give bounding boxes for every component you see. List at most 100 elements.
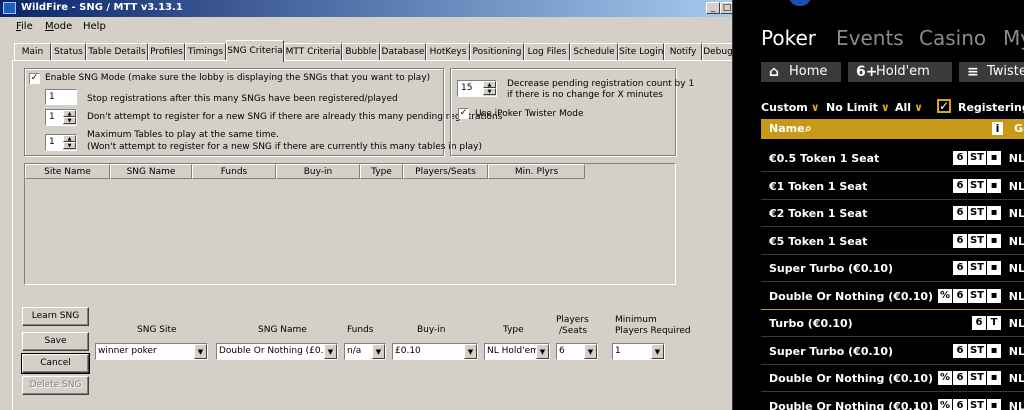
cancel-button[interactable]: Cancel (21, 353, 90, 374)
sng-site-select[interactable]: winner poker ▼ (95, 343, 208, 360)
row-badges: 6 ST ▪ (952, 151, 1001, 165)
row-name: Double Or Nothing (€0.10) (769, 372, 934, 385)
badge-icon: ▪ (987, 206, 1001, 220)
table-row[interactable]: €0.5 Token 1 Seat 6 ST ▪ NL (761, 145, 1024, 172)
sng-name-select[interactable]: Double Or Nothing (£0.10) ▼ (216, 343, 338, 360)
menu-mode[interactable]: Mode (45, 21, 72, 32)
info-icon[interactable]: i (992, 122, 1003, 135)
minimum-heading: Minimum (615, 315, 657, 325)
nav-poker[interactable]: Poker (761, 26, 816, 50)
enable-sng-checkbox[interactable]: ✓ (29, 73, 40, 84)
tab-site-login[interactable]: Site Login (618, 43, 664, 61)
menu-help[interactable]: Help (83, 21, 106, 32)
tab-status[interactable]: Status (51, 43, 86, 61)
table-row[interactable]: Super Turbo (€0.10) 6 ST ▪ NL (761, 338, 1024, 365)
decrease-pending-spinner[interactable]: 15 ▲ ▼ (457, 80, 497, 97)
nav-events[interactable]: Events (836, 26, 904, 50)
twister-button[interactable]: ≡ Twister (959, 62, 1024, 82)
tab-schedule[interactable]: Schedule (570, 43, 618, 61)
table-row[interactable]: €1 Token 1 Seat 6 ST ▪ NL (761, 173, 1024, 200)
chevron-down-icon[interactable]: ▼ (324, 344, 337, 359)
row-game-type: NL (1008, 399, 1024, 410)
column-funds[interactable]: Funds (192, 164, 276, 179)
search-icon[interactable]: ⌕ (805, 121, 812, 136)
tab-table-details[interactable]: Table Details (86, 43, 148, 61)
pending-registrations-value: 1 (49, 112, 55, 122)
pending-registrations-spinner[interactable]: 1 ▲ ▼ (45, 109, 77, 126)
tab-main[interactable]: Main (14, 43, 51, 61)
header-game[interactable]: Ga (1014, 122, 1024, 135)
type-select[interactable]: NL Hold'em ▼ (484, 343, 550, 360)
save-button[interactable]: Save (22, 332, 89, 351)
tab-notify[interactable]: Notify (664, 43, 702, 61)
chevron-down-icon[interactable]: ▼ (194, 344, 207, 359)
delete-sng-button[interactable]: Delete SNG (22, 376, 89, 395)
column-buy-in[interactable]: Buy-in (276, 164, 360, 179)
column-min-players[interactable]: Min. Plyrs (488, 164, 585, 179)
spin-down-icon[interactable]: ▼ (63, 142, 76, 149)
column-site-name[interactable]: Site Name (25, 164, 110, 179)
twister-mode-checkbox[interactable]: ✓ (458, 108, 469, 119)
decrease-pending-note: if there is no change for X minutes (507, 90, 663, 100)
tab-hotkeys[interactable]: HotKeys (426, 43, 470, 61)
header-name[interactable]: Name (769, 122, 805, 135)
row-game-type: NL (1008, 179, 1024, 193)
column-type[interactable]: Type (360, 164, 403, 179)
menu-file[interactable]: File (16, 21, 33, 32)
table-row[interactable]: Double Or Nothing (€0.10)% 6 ST ▪ NL (761, 283, 1024, 310)
holdem-button[interactable]: 6+ Hold'em (848, 62, 952, 82)
badge-icon: T (987, 316, 1001, 330)
sng-list-view[interactable]: Site Name SNG Name Funds Buy-in Type Pla… (24, 163, 676, 285)
table-row[interactable]: €5 Token 1 Seat 6 ST ▪ NL (761, 228, 1024, 255)
buy-in-select[interactable]: £0.10 ▼ (392, 343, 478, 360)
table-row[interactable]: Double Or Nothing (€0.10)% 6 ST ▪ NL (761, 393, 1024, 410)
minimize-button[interactable]: _ (706, 2, 720, 14)
table-row[interactable]: Super Turbo (€0.10) 6 ST ▪ NL (761, 255, 1024, 282)
learn-sng-button[interactable]: Learn SNG (22, 307, 89, 326)
enable-sng-label: Enable SNG Mode (make sure the lobby is … (45, 73, 431, 83)
table-row[interactable]: Double Or Nothing (€0.10)% 6 ST ▪ NL (761, 365, 1024, 392)
spin-down-icon[interactable]: ▼ (63, 117, 76, 124)
table-row[interactable]: €2 Token 1 Seat 6 ST ▪ NL (761, 200, 1024, 227)
spin-up-icon[interactable]: ▲ (63, 110, 76, 117)
chevron-down-icon[interactable]: ▼ (536, 344, 549, 359)
table-row[interactable]: Turbo (€0.10) 6 T NL (761, 310, 1024, 337)
nav-my[interactable]: My (1003, 26, 1024, 50)
filter-no-limit[interactable]: No Limit ∨ (826, 101, 890, 114)
spin-down-icon[interactable]: ▼ (483, 88, 496, 95)
players-seats-select[interactable]: 6 ▼ (556, 343, 598, 360)
nav-casino[interactable]: Casino (919, 26, 986, 50)
tab-sng-criteria[interactable]: SNG Criteria (226, 40, 284, 62)
row-name: Super Turbo (€0.10) (769, 344, 894, 358)
chevron-down-icon[interactable]: ▼ (584, 344, 597, 359)
chevron-down-icon[interactable]: ▼ (464, 344, 477, 359)
spin-up-icon[interactable]: ▲ (483, 81, 496, 88)
sng-name-value: Double Or Nothing (£0.10) (219, 346, 323, 356)
tab-debug[interactable]: Debug (702, 43, 732, 61)
filter-custom[interactable]: Custom ∨ (761, 101, 820, 114)
tab-timings[interactable]: Timings (185, 43, 226, 61)
chevron-down-icon[interactable]: ▼ (651, 344, 664, 359)
tab-log-files[interactable]: Log Files (524, 43, 570, 61)
badge-icon: ST (967, 233, 986, 248)
spin-up-icon[interactable]: ▲ (63, 135, 76, 142)
tab-database[interactable]: Database (380, 43, 426, 61)
title-bar[interactable]: WildFire - SNG / MTT v3.13.1 _ □ (0, 0, 732, 17)
filter-all[interactable]: All ∨ (895, 101, 923, 114)
maximize-button[interactable]: □ (720, 2, 732, 14)
max-tables-spinner[interactable]: 1 ▲ ▼ (45, 134, 77, 151)
column-sng-name[interactable]: SNG Name (110, 164, 192, 179)
home-button[interactable]: ⌂ Home (761, 62, 841, 82)
tab-positioning[interactable]: Positioning (470, 43, 524, 61)
chevron-down-icon[interactable]: ▼ (372, 344, 385, 359)
sng-settings-group: ✓ Enable SNG Mode (make sure the lobby i… (24, 68, 502, 156)
players-seats-value: 6 (559, 346, 565, 356)
column-players-seats[interactable]: Players/Seats (403, 164, 488, 179)
registering-checkbox[interactable]: ✓ (937, 99, 951, 113)
tab-bubble[interactable]: Bubble (342, 43, 380, 61)
funds-select[interactable]: n/a ▼ (344, 343, 386, 360)
min-players-select[interactable]: 1 ▼ (612, 343, 665, 360)
tab-profiles[interactable]: Profiles (148, 43, 185, 61)
tab-mtt-criteria[interactable]: MTT Criteria (284, 43, 342, 61)
stop-registrations-input[interactable]: 1 (45, 89, 77, 105)
